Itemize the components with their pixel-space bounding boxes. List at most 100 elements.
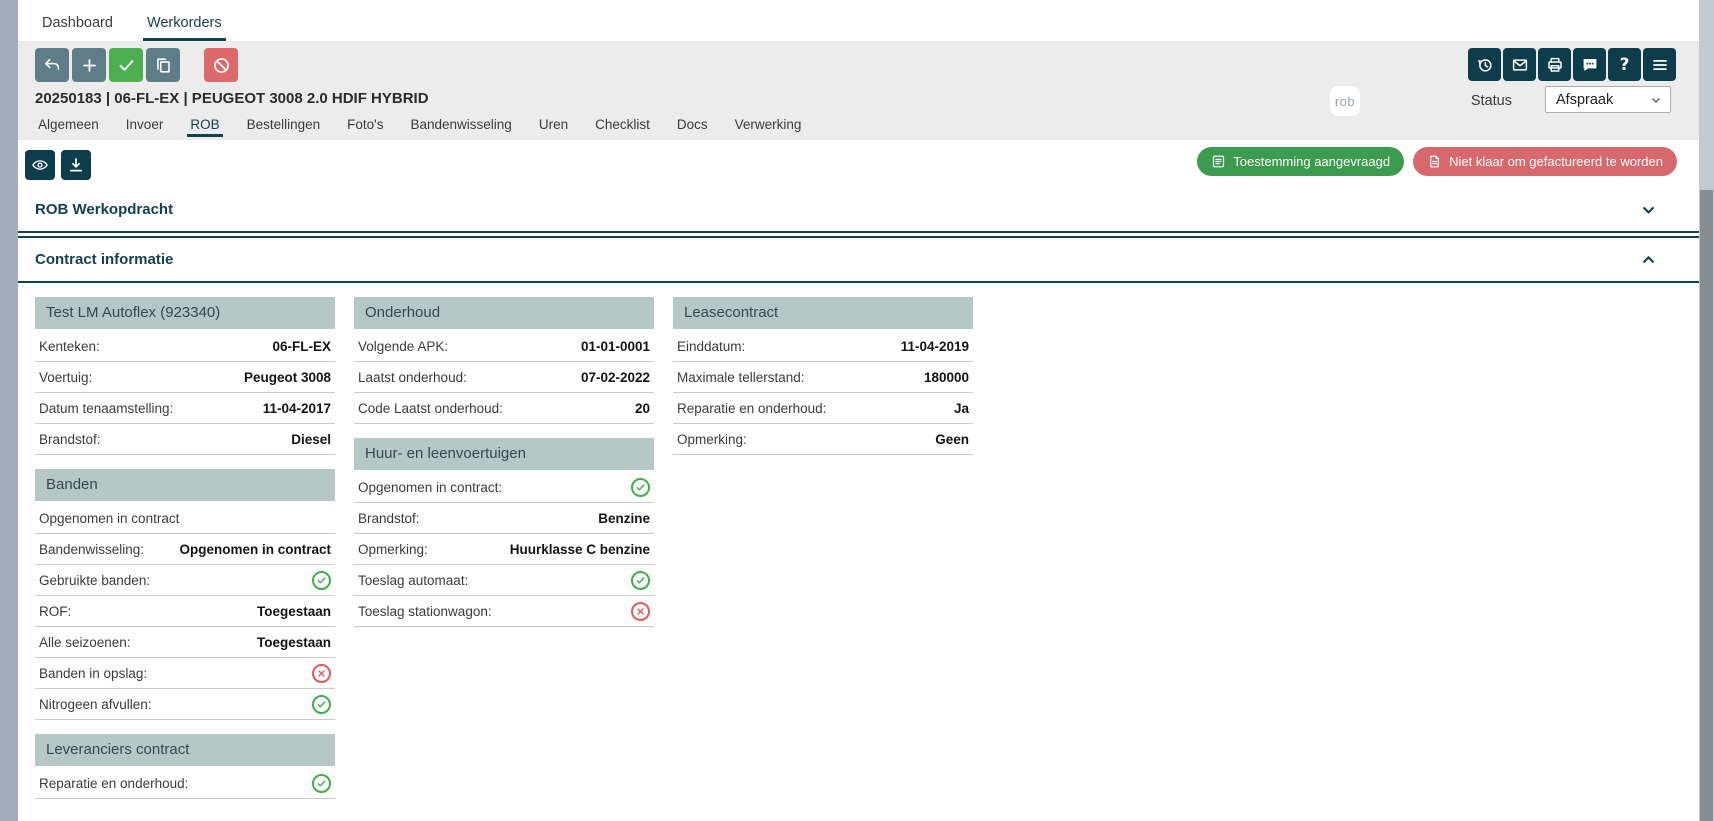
row-label: Toeslag automaat: — [358, 573, 468, 588]
help-button[interactable]: ? — [1608, 48, 1641, 81]
main-nav-tabs: Dashboard Werkorders — [38, 15, 226, 41]
tab-uren[interactable]: Uren — [536, 117, 571, 137]
row-label: Banden in opslag: — [39, 666, 147, 681]
chat-icon — [1581, 56, 1599, 74]
section-title: Contract informatie — [35, 251, 173, 268]
copy-icon — [154, 56, 173, 75]
menu-button[interactable] — [1643, 48, 1676, 81]
row-label: Volgende APK: — [358, 339, 448, 354]
row-label: Datum tenaamstelling: — [39, 401, 173, 416]
print-button[interactable] — [1538, 48, 1571, 81]
check-circle-icon — [312, 695, 331, 714]
card-title: Leasecontract — [673, 297, 973, 329]
row-label: Gebruikte banden: — [39, 573, 150, 588]
row-label: Brandstof: — [39, 432, 101, 447]
contract-row: Opgenomen in contract — [35, 503, 335, 534]
row-value: 11-04-2019 — [901, 339, 969, 354]
status-dropdown[interactable]: Afspraak — [1545, 86, 1671, 113]
row-label: Laatst onderhoud: — [358, 370, 467, 385]
contract-row: Kenteken:06-FL-EX — [35, 331, 335, 362]
copy-button[interactable] — [146, 48, 180, 82]
row-value: Ja — [954, 401, 969, 416]
card-title: Onderhoud — [354, 297, 654, 329]
tab-foto-s[interactable]: Foto's — [344, 117, 386, 137]
tab-checklist[interactable]: Checklist — [592, 117, 653, 137]
checklist-icon — [1211, 154, 1226, 169]
contract-row: Toeslag stationwagon: — [354, 596, 654, 627]
contract-row: Brandstof:Benzine — [354, 503, 654, 534]
view-button[interactable] — [25, 150, 55, 180]
history-icon — [1476, 56, 1494, 74]
row-value: Opgenomen in contract — [179, 542, 331, 557]
confirm-button[interactable] — [109, 48, 143, 82]
history-button[interactable] — [1468, 48, 1501, 81]
add-button[interactable] — [72, 48, 106, 82]
tab-bandenwisseling[interactable]: Bandenwisseling — [408, 117, 515, 137]
status-label: Status — [1471, 93, 1512, 109]
card-huur-en-leenvoertuigen: Huur- en leenvoertuigenOpgenomen in cont… — [354, 438, 654, 627]
check-circle-icon — [631, 478, 650, 497]
check-icon — [117, 56, 136, 75]
row-label: Maximale tellerstand: — [677, 370, 805, 385]
main-tab-werkorders[interactable]: Werkorders — [143, 15, 226, 41]
rob-logo-text: rob — [1335, 94, 1355, 109]
contract-row: Maximale tellerstand: 180000 — [673, 362, 973, 393]
row-label: Kenteken: — [39, 339, 100, 354]
tab-verwerking[interactable]: Verwerking — [732, 117, 805, 137]
main-tab-dashboard[interactable]: Dashboard — [38, 15, 117, 41]
contract-row: Reparatie en onderhoud:Ja — [673, 393, 973, 424]
row-label: Nitrogeen afvullen: — [39, 697, 152, 712]
section-contract-informatie[interactable]: Contract informatie — [18, 236, 1699, 283]
card-banden: BandenOpgenomen in contractBandenwisseli… — [35, 469, 335, 720]
row-label: Alle seizoenen: — [39, 635, 131, 650]
scrollbar-thumb[interactable] — [1700, 190, 1713, 821]
contract-row: Alle seizoenen:Toegestaan — [35, 627, 335, 658]
tab-docs[interactable]: Docs — [674, 117, 711, 137]
contract-row: Banden in opslag: — [35, 658, 335, 689]
download-button[interactable] — [61, 150, 91, 180]
contract-row: Brandstof: Diesel — [35, 424, 335, 455]
badge-niet-klaar-om-gefactureerd-te-worden[interactable]: Niet klaar om gefactureerd te worden — [1413, 147, 1677, 176]
contract-row: Einddatum:11-04-2019 — [673, 331, 973, 362]
badge-label: Niet klaar om gefactureerd te worden — [1449, 154, 1663, 169]
contract-row: Toeslag automaat: — [354, 565, 654, 596]
tab-rob[interactable]: ROB — [187, 117, 222, 137]
card-onderhoud: OnderhoudVolgende APK:01-01-0001Laatst o… — [354, 297, 654, 424]
row-value: 180000 — [924, 370, 969, 385]
badge-toestemming-aangevraagd[interactable]: Toestemming aangevraagd — [1197, 147, 1404, 176]
row-label: ROF: — [39, 604, 71, 619]
chevron-down-icon — [1650, 94, 1662, 106]
row-label: Toeslag stationwagon: — [358, 604, 492, 619]
tab-bestellingen[interactable]: Bestellingen — [244, 117, 324, 137]
cancel-icon — [212, 56, 231, 75]
card-title: Leveranciers contract — [35, 734, 335, 766]
email-button[interactable] — [1503, 48, 1536, 81]
row-value: Toegestaan — [257, 604, 331, 619]
row-value: Peugeot 3008 — [244, 370, 331, 385]
eye-icon — [31, 156, 49, 174]
chat-button[interactable] — [1573, 48, 1606, 81]
row-label: Opgenomen in contract — [39, 511, 179, 526]
back-button[interactable] — [35, 48, 69, 82]
cross-circle-icon — [631, 602, 650, 621]
row-value: 20 — [635, 401, 650, 416]
tab-invoer[interactable]: Invoer — [123, 117, 167, 137]
chevron-down-icon — [1640, 201, 1657, 218]
check-circle-icon — [312, 571, 331, 590]
contract-row: Nitrogeen afvullen: — [35, 689, 335, 720]
page-title: 20250183 | 06-FL-EX | PEUGEOT 3008 2.0 H… — [35, 90, 1699, 107]
card-column: Test LM Autoflex (923340)Kenteken:06-FL-… — [35, 297, 335, 799]
section-title: ROB Werkopdracht — [35, 201, 173, 218]
printer-icon — [1546, 56, 1564, 74]
row-value: Diesel — [291, 432, 331, 447]
row-label: Opmerking: — [358, 542, 428, 557]
contract-row: Voertuig:Peugeot 3008 — [35, 362, 335, 393]
status-dropdown-value: Afspraak — [1556, 92, 1613, 108]
card-leveranciers-contract: Leveranciers contractReparatie en onderh… — [35, 734, 335, 799]
tab-algemeen[interactable]: Algemeen — [35, 117, 102, 137]
contract-row: Opmerking:Geen — [673, 424, 973, 455]
section-rob-werkopdracht[interactable]: ROB Werkopdracht — [18, 188, 1699, 233]
vertical-scrollbar[interactable] — [1699, 0, 1714, 821]
cancel-button[interactable] — [204, 48, 238, 82]
card-leasecontract: LeasecontractEinddatum:11-04-2019Maximal… — [673, 297, 973, 455]
